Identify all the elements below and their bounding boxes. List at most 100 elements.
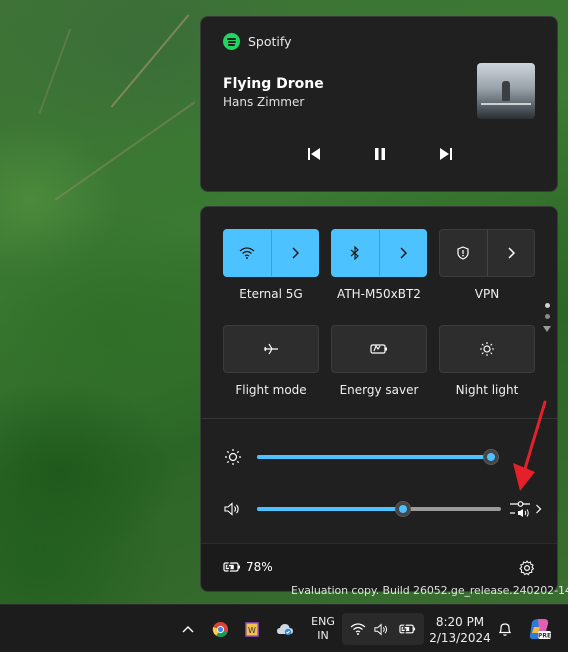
airplane-icon bbox=[264, 343, 278, 355]
taskbar-clock[interactable]: 8:20 PM 2/13/2024 bbox=[428, 614, 492, 646]
chevron-right-icon bbox=[536, 504, 542, 514]
media-controls bbox=[201, 139, 557, 169]
taskbar: W ENG IN 8:20 PM 2/13/2024 PRE bbox=[0, 604, 568, 652]
battery-percent: 78% bbox=[246, 560, 273, 574]
chevron-up-icon bbox=[182, 626, 194, 633]
bluetooth-icon bbox=[350, 246, 360, 260]
wifi-expand-button[interactable] bbox=[272, 230, 319, 276]
shield-icon bbox=[457, 246, 469, 260]
clock-time: 8:20 PM bbox=[435, 615, 485, 629]
flight-mode-tile bbox=[223, 325, 319, 373]
vpn-expand-button[interactable] bbox=[488, 230, 535, 276]
quick-settings-flyout: Eternal 5G ATH-M50xBT2 VPN Flight mode E… bbox=[200, 206, 558, 592]
pause-icon bbox=[375, 148, 385, 160]
show-hidden-icons-button[interactable] bbox=[176, 605, 200, 652]
chevron-right-icon bbox=[400, 247, 407, 259]
skip-previous-icon bbox=[308, 148, 320, 160]
night-light-toggle-button[interactable] bbox=[440, 326, 534, 372]
page-dot bbox=[544, 303, 550, 308]
bluetooth-toggle-button[interactable] bbox=[332, 230, 379, 276]
battery-status[interactable]: 78% bbox=[223, 560, 273, 574]
night-light-tile bbox=[439, 325, 535, 373]
cloud-sync-icon bbox=[277, 624, 293, 636]
brightness-fill bbox=[257, 455, 491, 459]
copilot-badge: PRE bbox=[538, 633, 551, 640]
wifi-label: Eternal 5G bbox=[239, 287, 303, 301]
brightness-thumb[interactable] bbox=[483, 449, 499, 465]
gear-icon bbox=[519, 560, 535, 576]
media-flyout: Spotify Flying Drone Hans Zimmer bbox=[200, 16, 558, 192]
terrain-path bbox=[110, 14, 190, 108]
battery-charging-icon bbox=[399, 623, 415, 635]
volume-slider-row bbox=[223, 497, 543, 521]
audio-output-icon bbox=[510, 501, 530, 517]
battery-saver-icon bbox=[370, 344, 387, 354]
media-app-name: Spotify bbox=[248, 34, 292, 49]
quick-settings-tray-button[interactable] bbox=[342, 613, 424, 645]
language-region: IN bbox=[317, 629, 329, 642]
tile-night-light: Night light bbox=[439, 325, 535, 397]
wifi-icon bbox=[239, 247, 255, 259]
clock-date: 2/13/2024 bbox=[429, 631, 491, 645]
tile-page-indicator[interactable] bbox=[541, 303, 553, 333]
media-app-header: Spotify bbox=[223, 33, 291, 50]
brightness-slider-row bbox=[223, 445, 543, 469]
night-light-label: Night light bbox=[455, 383, 519, 397]
volume-fill bbox=[257, 507, 403, 511]
tile-row-2: Flight mode Energy saver Night light bbox=[223, 325, 535, 397]
winrar-tray-button[interactable]: W bbox=[240, 605, 264, 652]
energy-saver-tile bbox=[331, 325, 427, 373]
audio-output-button[interactable] bbox=[509, 497, 543, 521]
terrain-path bbox=[54, 101, 196, 201]
bluetooth-tile bbox=[331, 229, 427, 277]
page-dot bbox=[544, 314, 550, 319]
vpn-label: VPN bbox=[474, 287, 500, 301]
section-divider bbox=[201, 418, 557, 419]
next-track-button[interactable] bbox=[431, 139, 461, 169]
night-light-icon bbox=[480, 342, 494, 356]
tile-wifi: Eternal 5G bbox=[223, 229, 319, 301]
evaluation-watermark: Evaluation copy. Build 26052.ge_release.… bbox=[291, 584, 568, 597]
tile-row-1: Eternal 5G ATH-M50xBT2 VPN bbox=[223, 229, 535, 301]
skip-next-icon bbox=[440, 148, 452, 160]
chevron-right-icon bbox=[508, 247, 515, 259]
pause-button[interactable] bbox=[365, 139, 395, 169]
chrome-tray-button[interactable] bbox=[208, 605, 232, 652]
flight-mode-toggle-button[interactable] bbox=[224, 326, 318, 372]
wifi-tile bbox=[223, 229, 319, 277]
cloud-sync-tray-button[interactable] bbox=[272, 605, 298, 652]
battery-charging-icon bbox=[223, 561, 240, 573]
chrome-icon bbox=[212, 621, 228, 637]
speaker-icon[interactable] bbox=[223, 497, 243, 521]
tile-energy-saver: Energy saver bbox=[331, 325, 427, 397]
volume-slider[interactable] bbox=[257, 501, 501, 517]
brightness-icon bbox=[223, 445, 243, 469]
vpn-toggle-button[interactable] bbox=[440, 230, 487, 276]
brightness-slider[interactable] bbox=[257, 449, 499, 465]
speaker-icon bbox=[374, 623, 388, 635]
volume-thumb[interactable] bbox=[395, 501, 411, 517]
wifi-toggle-button[interactable] bbox=[224, 230, 271, 276]
copilot-icon: PRE bbox=[529, 619, 551, 640]
energy-saver-label: Energy saver bbox=[339, 383, 419, 397]
bell-icon bbox=[498, 623, 512, 636]
winrar-icon: W bbox=[245, 621, 259, 637]
input-language-button[interactable]: ENG IN bbox=[306, 615, 340, 643]
energy-saver-toggle-button[interactable] bbox=[332, 326, 426, 372]
tile-vpn: VPN bbox=[439, 229, 535, 301]
track-title: Flying Drone bbox=[223, 76, 324, 92]
notifications-button[interactable] bbox=[494, 605, 516, 652]
bluetooth-expand-button[interactable] bbox=[380, 230, 427, 276]
chevron-down-icon bbox=[543, 326, 551, 332]
tile-bluetooth: ATH-M50xBT2 bbox=[331, 229, 427, 301]
chevron-right-icon bbox=[292, 247, 299, 259]
flight-mode-label: Flight mode bbox=[235, 383, 307, 397]
copilot-button[interactable]: PRE bbox=[526, 605, 554, 652]
spotify-icon bbox=[223, 33, 240, 50]
track-artist: Hans Zimmer bbox=[223, 95, 305, 109]
bluetooth-label: ATH-M50xBT2 bbox=[337, 287, 421, 301]
settings-button[interactable] bbox=[517, 558, 537, 578]
previous-track-button[interactable] bbox=[299, 139, 329, 169]
terrain-path bbox=[38, 28, 72, 114]
wifi-icon bbox=[350, 623, 366, 635]
